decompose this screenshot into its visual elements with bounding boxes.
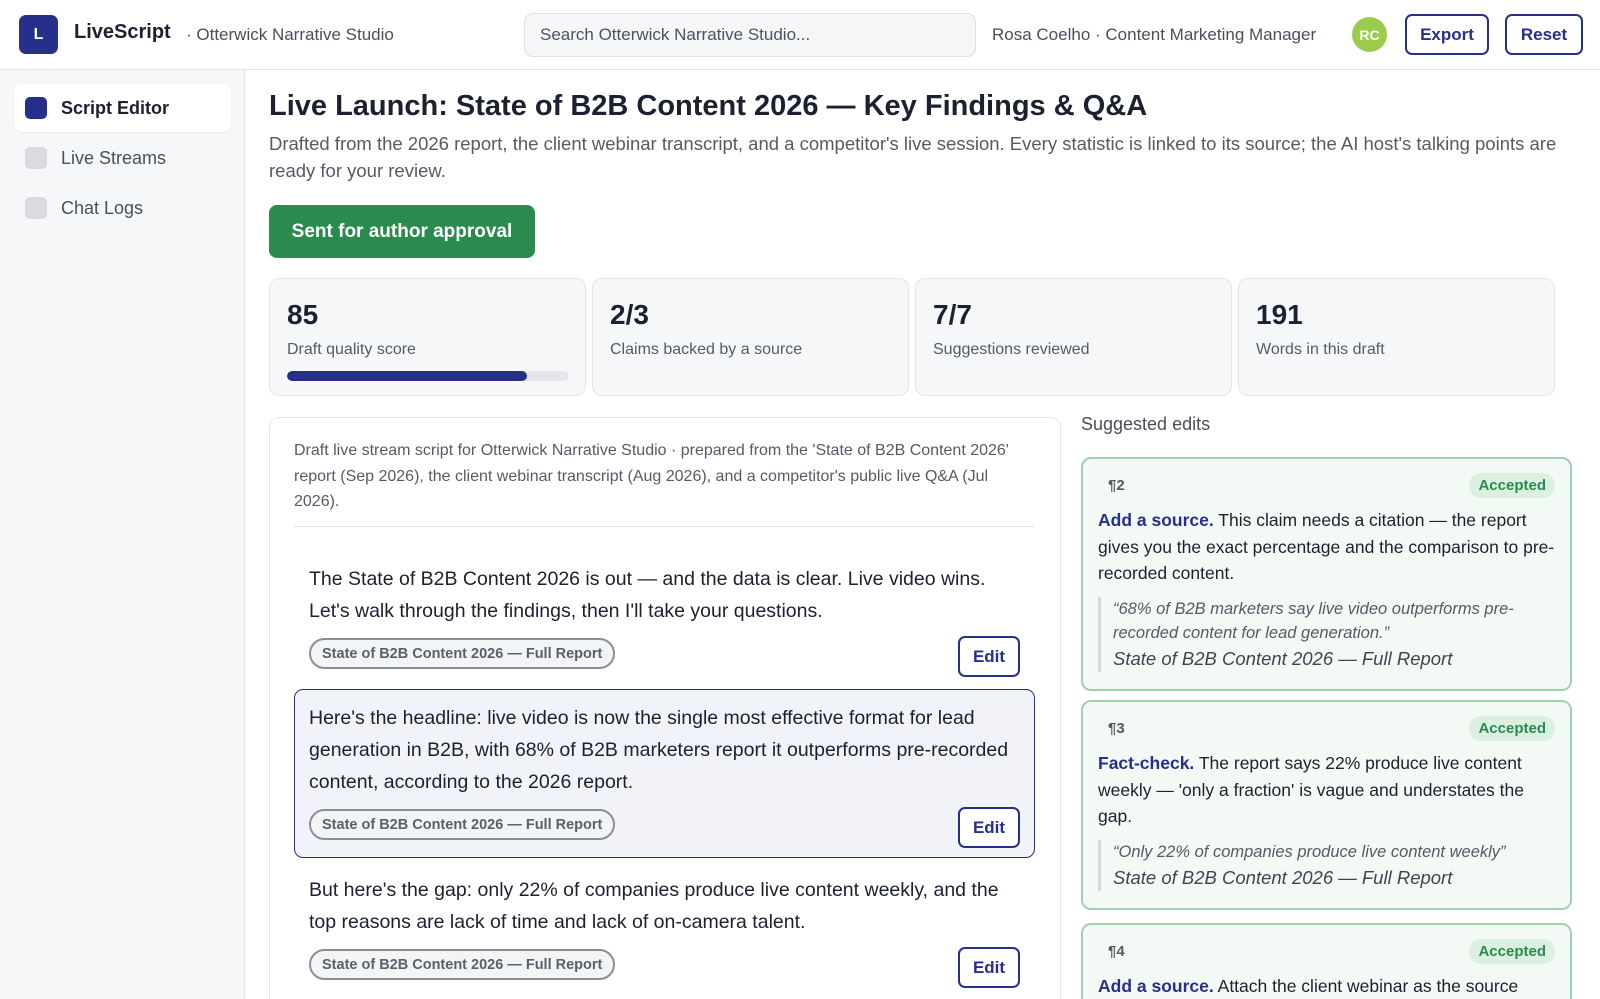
user-label: Rosa Coelho · Content Marketing Manager — [992, 25, 1317, 44]
suggestion-header: ¶2 Accepted — [1098, 471, 1555, 501]
paragraph-ref: ¶2 — [1108, 477, 1125, 494]
suggestion-body: Add a source. This claim needs a citatio… — [1098, 507, 1555, 587]
status-badge: Accepted — [1469, 473, 1555, 498]
script-paragraph[interactable]: The State of B2B Content 2026 is out — a… — [294, 550, 1035, 687]
suggestion-card[interactable]: ¶3 Accepted Fact-check. The report says … — [1081, 700, 1572, 910]
suggestion-body: Add a source. Attach the client webinar … — [1098, 973, 1555, 999]
source-chip[interactable]: State of B2B Content 2026 — Full Report — [309, 949, 616, 980]
suggestion-type: Add a source. — [1098, 510, 1214, 530]
workspace-name: · Otterwick Narrative Studio — [186, 25, 394, 44]
source-chip[interactable]: State of B2B Content 2026 — Full Report — [309, 638, 616, 669]
paragraph-text: Here's the headline: live video is now t… — [309, 707, 1009, 793]
stat-label: Words in this draft — [1256, 341, 1385, 358]
approval-status-button[interactable]: Sent for author approval — [269, 205, 535, 258]
stat-label: Suggestions reviewed — [933, 341, 1090, 358]
stat-label: Draft quality score — [287, 341, 416, 358]
edit-button[interactable]: Edit — [958, 636, 1020, 677]
script-paragraph[interactable]: But here's the gap: only 22% of companie… — [294, 861, 1035, 998]
app-logo[interactable]: L — [19, 15, 58, 54]
page-title: Live Launch: State of B2B Content 2026 —… — [269, 90, 1148, 122]
suggestion-quote: “Only 22% of companies produce live cont… — [1098, 839, 1555, 891]
paragraph-text: But here's the gap: only 22% of companie… — [309, 879, 999, 933]
suggestion-type: Fact-check. — [1098, 753, 1195, 773]
paragraph-text: The State of B2B Content 2026 is out — a… — [309, 568, 986, 622]
sidebar: Script Editor Live Streams Chat Logs — [0, 70, 245, 999]
script-editor-icon — [25, 97, 47, 119]
paragraph-footer: State of B2B Content 2026 — Full Report … — [309, 807, 1020, 848]
stat-label: Claims backed by a source — [610, 341, 803, 358]
status-badge: Accepted — [1469, 716, 1555, 741]
search-input[interactable] — [524, 13, 976, 57]
stat-value: 7/7 — [933, 299, 972, 330]
stat-card-suggestions: 7/7 Suggestions reviewed — [915, 278, 1232, 396]
export-button[interactable]: Export — [1405, 14, 1489, 55]
stat-value: 191 — [1256, 299, 1303, 330]
sidebar-item-script-editor[interactable]: Script Editor — [14, 84, 231, 132]
sidebar-item-label: Live Streams — [61, 147, 167, 168]
paragraph-footer: State of B2B Content 2026 — Full Report … — [309, 947, 1020, 988]
paragraph-footer: State of B2B Content 2026 — Full Report … — [309, 636, 1020, 677]
sidebar-item-chat-logs[interactable]: Chat Logs — [14, 184, 231, 232]
edit-button[interactable]: Edit — [958, 807, 1020, 848]
quality-progress-fill — [287, 371, 527, 381]
quote-source: State of B2B Content 2026 — Full Report — [1113, 866, 1453, 888]
sidebar-item-label: Chat Logs — [61, 197, 144, 218]
main-content: Live Launch: State of B2B Content 2026 —… — [245, 70, 1600, 999]
suggested-edits-heading: Suggested edits — [1081, 414, 1211, 434]
status-badge: Accepted — [1469, 939, 1555, 964]
suggestion-body: Fact-check. The report says 22% produce … — [1098, 750, 1555, 830]
suggestion-card[interactable]: ¶2 Accepted Add a source. This claim nee… — [1081, 457, 1572, 691]
source-chip[interactable]: State of B2B Content 2026 — Full Report — [309, 809, 616, 840]
suggestion-header: ¶4 Accepted — [1098, 937, 1555, 967]
suggestion-header: ¶3 Accepted — [1098, 714, 1555, 744]
avatar[interactable]: RC — [1352, 17, 1387, 52]
script-paragraph-selected[interactable]: Here's the headline: live video is now t… — [294, 689, 1035, 858]
quote-source: State of B2B Content 2026 — Full Report — [1113, 647, 1453, 669]
sidebar-item-live-streams[interactable]: Live Streams — [14, 134, 231, 182]
chat-logs-icon — [25, 197, 47, 219]
stat-value: 85 — [287, 299, 319, 330]
suggestion-type: Add a source. — [1098, 976, 1214, 996]
stat-card-quality: 85 Draft quality score — [269, 278, 586, 396]
reset-button[interactable]: Reset — [1505, 14, 1583, 55]
stat-card-claims: 2/3 Claims backed by a source — [592, 278, 909, 396]
paragraph-ref: ¶4 — [1108, 943, 1125, 960]
top-bar: L LiveScript · Otterwick Narrative Studi… — [0, 0, 1600, 70]
stat-value: 2/3 — [610, 299, 649, 330]
quote-text: “68% of B2B marketers say live video out… — [1113, 599, 1514, 642]
suggestion-text: Attach the client webinar as the source — [1217, 976, 1519, 996]
app-name: LiveScript — [74, 21, 171, 43]
quote-text: “Only 22% of companies produce live cont… — [1113, 842, 1506, 861]
quality-progress-bar — [287, 371, 569, 381]
suggestion-quote: “68% of B2B marketers say live video out… — [1098, 596, 1555, 672]
live-streams-icon — [25, 147, 47, 169]
edit-button[interactable]: Edit — [958, 947, 1020, 988]
sidebar-item-label: Script Editor — [61, 97, 170, 118]
script-panel: Draft live stream script for Otterwick N… — [269, 417, 1061, 999]
page-subtitle: Drafted from the 2026 report, the client… — [269, 133, 1557, 181]
stat-card-words: 191 Words in this draft — [1238, 278, 1555, 396]
paragraph-ref: ¶3 — [1108, 720, 1125, 737]
suggestion-card[interactable]: ¶4 Accepted Add a source. Attach the cli… — [1081, 923, 1572, 999]
script-note: Draft live stream script for Otterwick N… — [294, 438, 1034, 527]
